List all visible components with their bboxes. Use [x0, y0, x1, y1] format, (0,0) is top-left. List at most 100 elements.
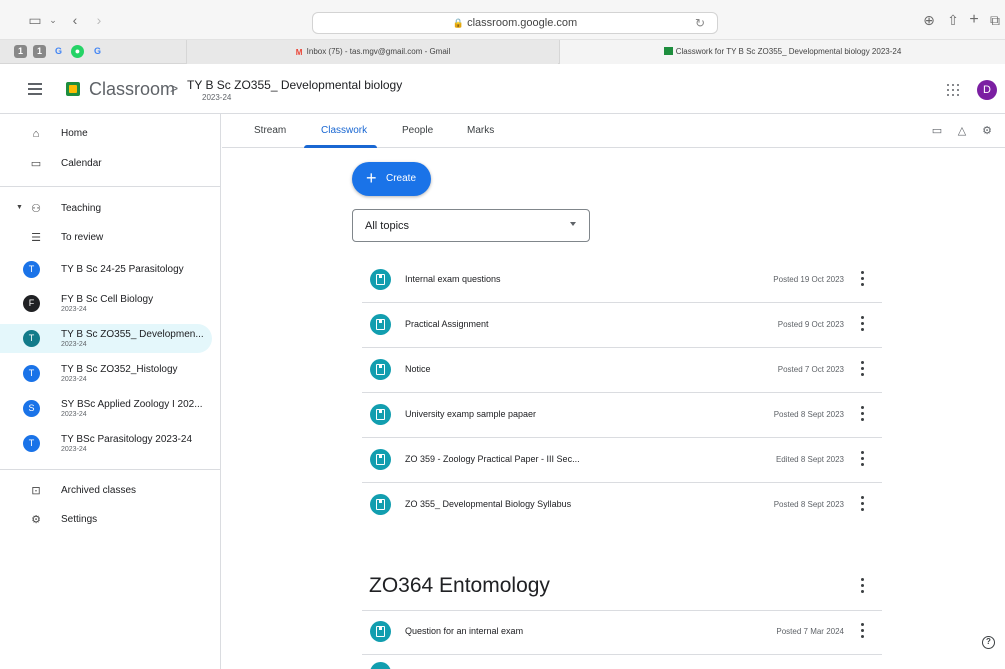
item-title: Notice: [405, 364, 431, 374]
tab-classroom-label: Classwork for TY B Sc ZO355_ Development…: [675, 47, 902, 56]
item-date: Posted 8 Sept 2023: [773, 410, 844, 419]
class-title[interactable]: TY B Sc ZO355_ Developmental biology: [187, 78, 402, 92]
sidebar-class-item[interactable]: T TY BSc Parasitology 2023-24 2023-24: [0, 429, 212, 458]
account-avatar[interactable]: D: [977, 80, 997, 100]
pinned-tab-google[interactable]: G: [52, 45, 65, 58]
archive-icon: ⊡: [31, 485, 41, 497]
class-year: 2023-24: [61, 411, 87, 418]
sidebar-class-item[interactable]: T TY B Sc ZO352_Histology 2023-24: [0, 359, 212, 388]
sidebar-item-settings[interactable]: ⚙ Settings: [0, 505, 212, 534]
tab-classroom[interactable]: Classwork for TY B Sc ZO355_ Development…: [559, 40, 1005, 64]
more-vert-icon[interactable]: [860, 315, 866, 333]
help-icon[interactable]: ?: [982, 636, 995, 649]
sidebar-item-teaching[interactable]: ▼ ⚇ Teaching: [0, 194, 212, 223]
sidebar-item-home[interactable]: ⌂ Home: [0, 119, 212, 148]
item-date: Posted 9 Oct 2023: [777, 320, 844, 329]
class-avatar: S: [23, 400, 40, 417]
home-icon: ⌂: [32, 128, 40, 140]
topic-filter-select[interactable]: All topics: [352, 209, 590, 242]
classwork-item[interactable]: ZO 355_ Developmental Biology Syllabus P…: [362, 484, 882, 528]
forward-icon[interactable]: ›: [90, 12, 108, 28]
assignment-icon: [370, 494, 391, 515]
tab-people[interactable]: People: [402, 125, 433, 136]
class-name: SY BSc Applied Zoology I 202...: [61, 399, 203, 410]
class-name: TY B Sc ZO352_Histology: [61, 364, 178, 375]
pinned-tab-2[interactable]: 1: [33, 45, 46, 58]
item-date: Edited 8 Sept 2023: [775, 455, 844, 464]
tabs-icon[interactable]: ⧉: [986, 12, 1004, 28]
more-vert-icon[interactable]: [860, 622, 866, 640]
new-tab-icon[interactable]: +: [965, 12, 983, 28]
browser-toolbar: ▭ ⌄ ‹ › 🔒 classroom.google.com ↻ ⊕ ⇧ + ⧉: [0, 0, 1005, 40]
plus-icon: +: [366, 168, 377, 188]
sidebar-class-item[interactable]: S SY BSc Applied Zoology I 202... 2023-2…: [0, 394, 212, 423]
sidebar-class-item[interactable]: F FY B Sc Cell Biology 2023-24: [0, 289, 212, 318]
tab-gmail[interactable]: M Inbox (75) - tas.mgv@gmail.com - Gmail: [186, 40, 558, 64]
classwork-item[interactable]: ZO 359 - Zoology Practical Paper - III S…: [362, 439, 882, 483]
breadcrumb-separator: >: [170, 80, 179, 96]
active-tab-indicator: [304, 145, 377, 148]
sidebar-item-to-review[interactable]: ☰ To review: [0, 223, 212, 252]
more-vert-icon[interactable]: [860, 450, 866, 468]
class-avatar: F: [23, 295, 40, 312]
lock-icon: 🔒: [452, 18, 465, 28]
sidebar-class-item[interactable]: T TY B Sc 24-25 Parasitology: [0, 255, 212, 284]
more-vert-icon[interactable]: [860, 405, 866, 423]
class-name: TY BSc Parasitology 2023-24: [61, 434, 193, 445]
sidebar-toggle-icon[interactable]: ▭: [26, 12, 44, 28]
class-year: 2023-24: [61, 341, 87, 348]
class-settings-icon[interactable]: ⚙: [981, 125, 993, 137]
classwork-item[interactable]: Question for an internal exam Posted 7 M…: [362, 611, 882, 655]
tab-marks[interactable]: Marks: [467, 125, 494, 136]
more-vert-icon[interactable]: [860, 360, 866, 378]
sidebar-item-label: Calendar: [61, 158, 102, 169]
sidebar-class-item-selected[interactable]: T TY B Sc ZO355_ Developmen... 2023-24: [0, 324, 212, 353]
app-name[interactable]: Classroom: [89, 79, 175, 100]
app-header: Classroom > TY B Sc ZO355_ Developmental…: [0, 65, 1005, 114]
sidebar-item-archived[interactable]: ⊡ Archived classes: [0, 476, 212, 505]
topic-section-title[interactable]: ZO364 Entomology: [369, 574, 550, 598]
classroom-logo-icon[interactable]: [66, 82, 80, 96]
classwork-item[interactable]: Internal exam questions Posted 19 Oct 20…: [362, 259, 882, 303]
back-icon[interactable]: ‹: [66, 12, 84, 28]
class-avatar: T: [23, 365, 40, 382]
hamburger-icon[interactable]: [28, 83, 42, 95]
item-title: University examp sample papaer: [405, 409, 537, 419]
tab-stream[interactable]: Stream: [254, 125, 286, 136]
pinned-tab-whatsapp[interactable]: ●: [71, 45, 84, 58]
assignment-icon: [370, 404, 391, 425]
tab-classwork[interactable]: Classwork: [321, 125, 367, 136]
classwork-item[interactable]: Practical Assignment Posted 9 Oct 2023: [362, 304, 882, 348]
more-vert-icon[interactable]: [860, 577, 866, 595]
classwork-item[interactable]: Notice Posted 7 Oct 2023: [362, 349, 882, 393]
calendar-view-icon[interactable]: ▭: [931, 125, 943, 137]
assignment-icon: [370, 314, 391, 335]
more-vert-icon[interactable]: [860, 270, 866, 288]
chevron-down-icon[interactable]: ⌄: [44, 12, 62, 28]
assignment-icon: [370, 359, 391, 380]
class-name: TY B Sc 24-25 Parasitology: [61, 264, 184, 275]
create-button[interactable]: + Create: [352, 162, 431, 196]
gmail-icon: M: [295, 48, 303, 57]
sidebar: ⌂ Home ▭ Calendar ▼ ⚇ Teaching ☰ To revi…: [0, 114, 221, 669]
classwork-item[interactable]: University examp sample papaer Posted 8 …: [362, 394, 882, 438]
reload-icon[interactable]: ↻: [695, 16, 705, 30]
more-vert-icon[interactable]: [860, 495, 866, 513]
item-date: Posted 7 Mar 2024: [776, 627, 844, 636]
address-bar[interactable]: 🔒 classroom.google.com ↻: [312, 12, 718, 34]
item-title: Practical Assignment: [405, 319, 489, 329]
tab-strip: 1 1 G ● G M Inbox (75) - tas.mgv@gmail.co…: [0, 40, 1005, 64]
pinned-tab-google-2[interactable]: G: [91, 45, 104, 58]
to-review-icon: ☰: [31, 232, 41, 244]
sidebar-divider: [0, 469, 221, 470]
download-icon[interactable]: ⊕: [920, 12, 938, 28]
drive-icon[interactable]: △: [956, 125, 968, 137]
classroom-favicon-icon: [663, 47, 673, 55]
share-icon[interactable]: ⇧: [944, 12, 962, 28]
pinned-tab-1[interactable]: 1: [14, 45, 27, 58]
item-title: ZO 355_ Developmental Biology Syllabus: [405, 499, 572, 509]
tab-gmail-label: Inbox (75) - tas.mgv@gmail.com - Gmail: [306, 47, 451, 56]
caret-down-icon[interactable]: ▼: [16, 204, 23, 211]
apps-grid-icon[interactable]: [947, 84, 959, 96]
sidebar-item-calendar[interactable]: ▭ Calendar: [0, 149, 212, 178]
